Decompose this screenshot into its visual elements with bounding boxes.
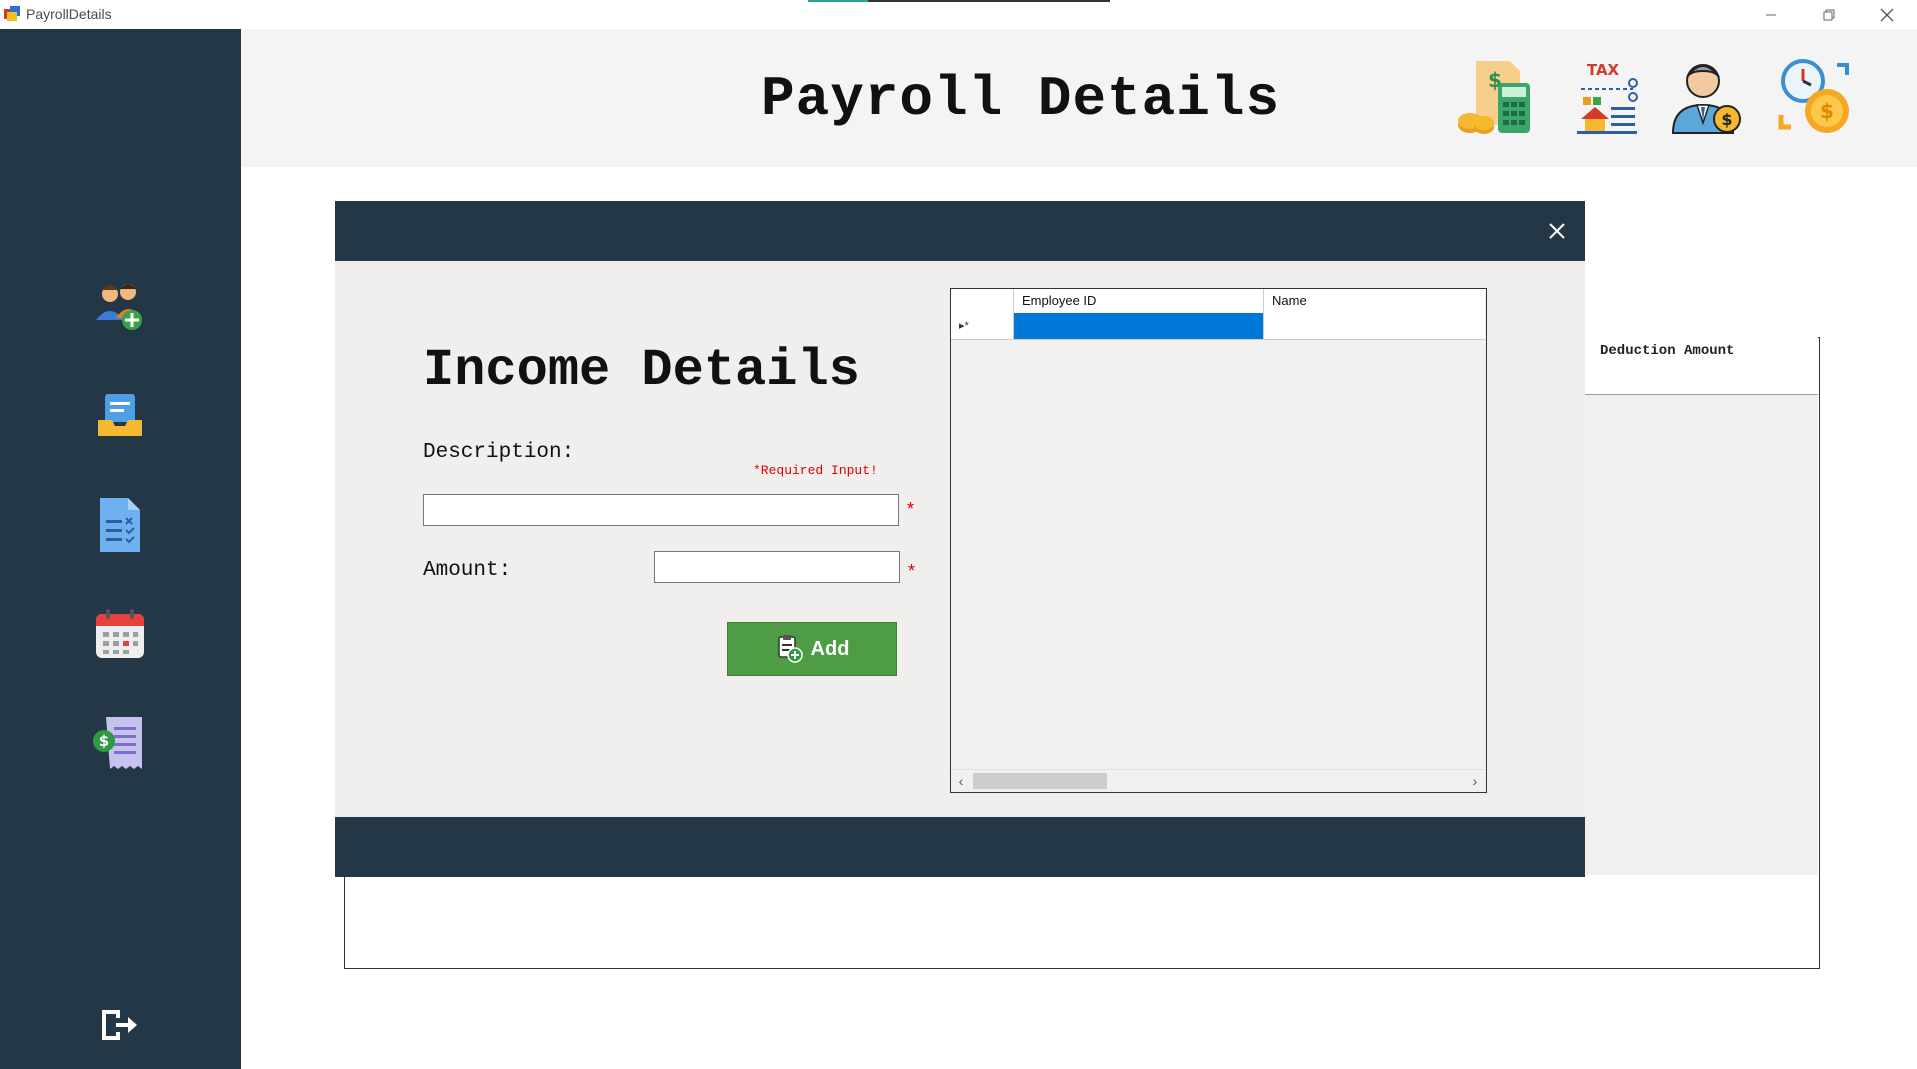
scrollbar-thumb[interactable]: [973, 773, 1107, 789]
window-titlebar: PayrollDetails: [0, 0, 1917, 29]
titlebar-accent: [808, 0, 868, 2]
description-label: Description:: [423, 441, 575, 464]
payroll-receipt-icon: $: [93, 717, 142, 769]
tax-icon[interactable]: TAX: [1563, 57, 1643, 137]
dialog-title: Income Details: [423, 341, 860, 400]
dialog-close-button[interactable]: [1543, 217, 1571, 245]
tax-icon-text: TAX: [1587, 61, 1620, 79]
add-button-label: Add: [810, 637, 850, 660]
calendar-icon: [96, 609, 144, 658]
dialog-footer-bar: [335, 817, 1585, 877]
window-title: PayrollDetails: [26, 6, 112, 22]
restore-button[interactable]: [1800, 0, 1858, 29]
restore-icon: [1823, 9, 1835, 20]
column-header-name[interactable]: Name: [1264, 289, 1485, 313]
sidebar-item-payroll[interactable]: $: [90, 713, 150, 773]
add-button[interactable]: Add: [727, 622, 897, 676]
page-header: Payroll Details $ TAX $ $: [241, 29, 1917, 167]
sidebar-item-inbox[interactable]: [90, 386, 150, 446]
amount-input[interactable]: [654, 551, 900, 583]
close-icon: [1880, 8, 1894, 21]
cell-name[interactable]: [1264, 313, 1485, 339]
sidebar-item-calendar[interactable]: [90, 604, 150, 664]
row-header-corner: [951, 289, 1014, 313]
svg-text:$: $: [1721, 110, 1732, 129]
titlebar-accent-dark: [868, 0, 1110, 2]
inbox-tray-icon: [98, 394, 142, 436]
new-row-marker: ▸*: [951, 313, 1014, 339]
sidebar-item-add-employee[interactable]: [90, 276, 150, 336]
minimize-icon: [1766, 14, 1776, 15]
close-window-button[interactable]: [1858, 0, 1916, 29]
required-input-note: *Required Input!: [753, 463, 878, 478]
selected-cell-employee-id[interactable]: [1014, 313, 1264, 339]
amount-label: Amount:: [423, 559, 512, 582]
page-title: Payroll Details: [761, 67, 1281, 131]
employee-salary-icon[interactable]: $: [1665, 57, 1745, 137]
grid-header: Employee ID Name: [951, 289, 1485, 314]
column-header-employee-id[interactable]: Employee ID: [1014, 289, 1264, 313]
amount-required-marker: *: [908, 561, 916, 581]
svg-text:$: $: [99, 732, 109, 750]
description-input[interactable]: [423, 494, 899, 526]
close-icon: [1549, 223, 1565, 239]
background-grid-row: [1585, 364, 1818, 395]
checklist-document-icon: [100, 498, 140, 552]
dialog-header-bar: [335, 201, 1585, 261]
table-row[interactable]: ▸*: [951, 313, 1485, 340]
scroll-left-icon[interactable]: ‹: [951, 770, 971, 792]
horizontal-scrollbar[interactable]: ‹ ›: [951, 769, 1485, 792]
income-details-dialog: Income Details Description: *Required In…: [335, 201, 1585, 877]
logout-button[interactable]: [90, 995, 150, 1055]
description-required-marker: *: [907, 499, 915, 519]
sidebar-item-checklist[interactable]: [90, 495, 150, 555]
background-grid-body: [1585, 395, 1818, 875]
svg-text:$: $: [1820, 99, 1834, 123]
sidebar: $: [0, 29, 241, 1069]
add-document-icon: [777, 635, 803, 663]
time-is-money-icon[interactable]: $: [1775, 57, 1855, 137]
minimize-button[interactable]: [1742, 0, 1800, 29]
deduction-amount-column-header: Deduction Amount: [1600, 343, 1735, 359]
app-icon: [4, 6, 20, 21]
add-employee-icon: [96, 284, 142, 330]
salary-calculator-icon[interactable]: $: [1456, 57, 1536, 137]
scroll-right-icon[interactable]: ›: [1465, 770, 1485, 792]
logout-icon: [102, 1010, 137, 1040]
employee-grid[interactable]: Employee ID Name ▸* ‹ ›: [950, 288, 1487, 793]
